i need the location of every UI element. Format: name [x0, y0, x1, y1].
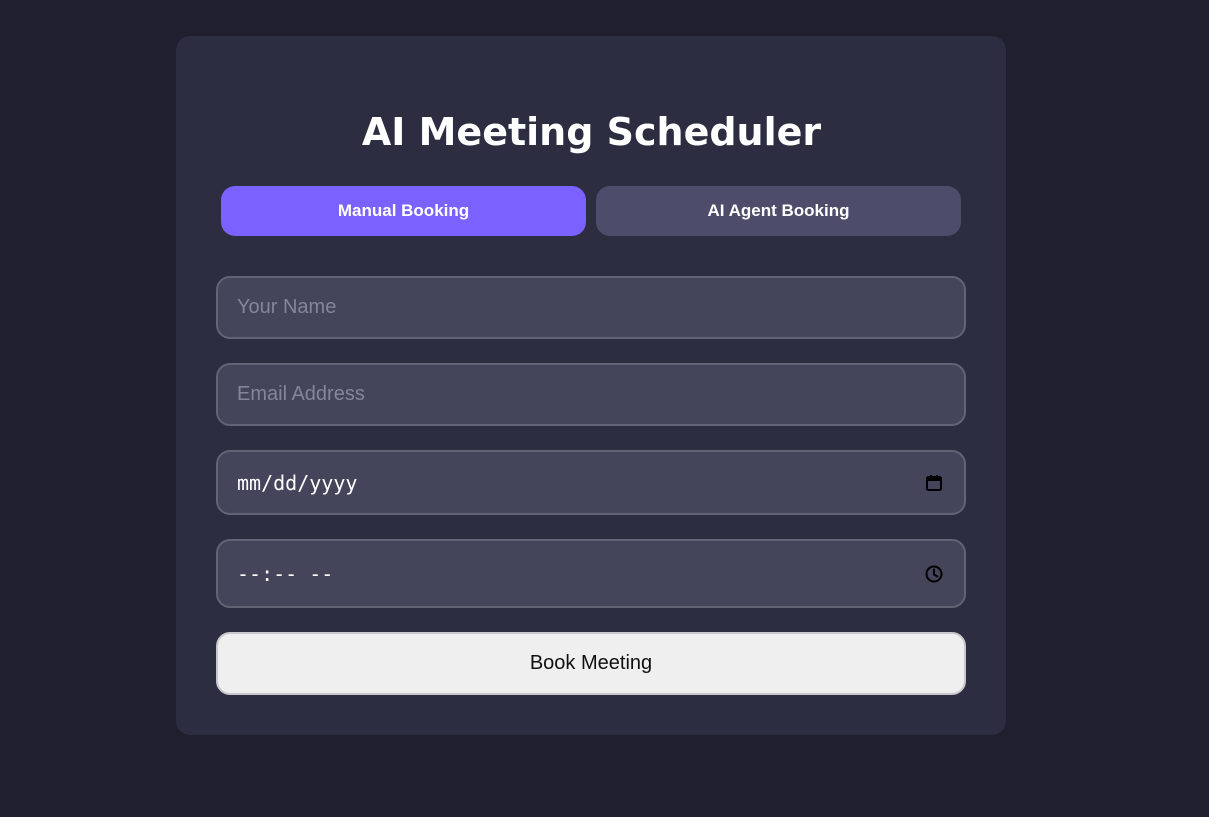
- email-input[interactable]: [218, 365, 964, 424]
- tab-manual-booking[interactable]: Manual Booking: [221, 186, 586, 236]
- date-input-text[interactable]: mm/dd/yyyy: [237, 452, 357, 513]
- clock-icon[interactable]: [924, 564, 944, 584]
- time-field[interactable]: --:-- --: [216, 539, 966, 608]
- tab-ai-agent-booking[interactable]: AI Agent Booking: [596, 186, 961, 236]
- name-field: [216, 276, 966, 339]
- date-field[interactable]: mm/dd/yyyy: [216, 450, 966, 515]
- book-meeting-button[interactable]: Book Meeting: [216, 632, 966, 695]
- time-input-text[interactable]: --:-- --: [237, 541, 333, 606]
- calendar-icon[interactable]: [924, 473, 944, 493]
- name-input[interactable]: [218, 278, 964, 337]
- page-title: AI Meeting Scheduler: [361, 110, 822, 154]
- email-field: [216, 363, 966, 426]
